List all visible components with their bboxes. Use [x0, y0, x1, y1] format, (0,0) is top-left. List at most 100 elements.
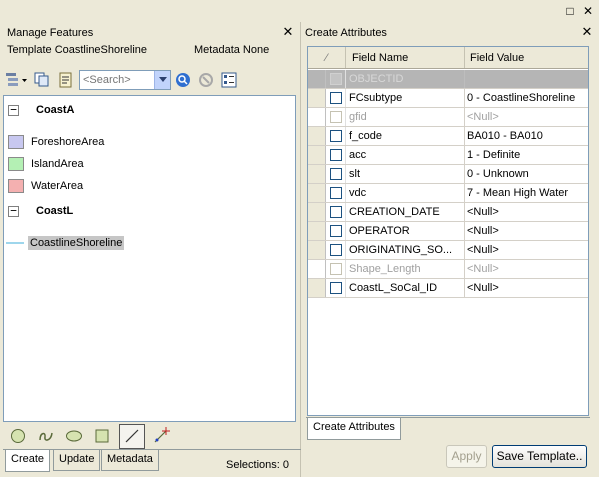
row-selector[interactable] — [308, 184, 326, 202]
row-selector[interactable] — [308, 127, 326, 145]
field-value[interactable]: 0 - Unknown — [465, 165, 588, 183]
circle-tool-icon[interactable] — [7, 425, 29, 447]
row-checkbox-cell — [326, 89, 346, 107]
template-label: WaterArea — [31, 180, 84, 192]
row-checkbox-cell — [326, 241, 346, 259]
attribute-row[interactable]: acc 1 - Definite — [308, 146, 588, 165]
row-checkbox[interactable] — [329, 149, 342, 161]
field-value[interactable]: <Null> — [465, 203, 588, 221]
attribute-row-objectid: OBJECTID — [308, 70, 588, 89]
field-name-header[interactable]: Field Name — [346, 47, 465, 68]
row-checkbox[interactable] — [329, 282, 342, 294]
collapse-icon[interactable]: − — [8, 205, 19, 217]
field-value-header[interactable]: Field Value — [465, 47, 588, 68]
search-combobox[interactable] — [79, 70, 171, 90]
field-value[interactable]: <Null> — [465, 279, 588, 297]
row-selector[interactable] — [308, 146, 326, 164]
search-input[interactable] — [80, 71, 154, 89]
field-name: FCsubtype — [346, 89, 465, 107]
group-name: CoastA — [36, 104, 75, 116]
field-value[interactable]: 7 - Mean High Water — [465, 184, 588, 202]
tab-metadata[interactable]: Metadata — [101, 450, 159, 471]
tab-create-attributes[interactable]: Create Attributes — [307, 418, 401, 440]
row-checkbox[interactable] — [329, 92, 342, 104]
field-value[interactable]: 0 - CoastlineShoreline — [465, 89, 588, 107]
attribute-row[interactable]: OPERATOR <Null> — [308, 222, 588, 241]
field-name: vdc — [346, 184, 465, 202]
group-coastl[interactable]: − CoastL — [8, 203, 73, 219]
freehand-tool-icon[interactable] — [35, 425, 57, 447]
clear-search-icon[interactable] — [196, 70, 216, 90]
field-value[interactable]: <Null> — [465, 241, 588, 259]
row-selector[interactable] — [308, 203, 326, 221]
attribute-row[interactable]: CREATION_DATE <Null> — [308, 203, 588, 222]
sort-indicator: ⁄ — [308, 47, 346, 68]
save-template-button[interactable]: Save Template.. — [492, 445, 587, 468]
row-checkbox[interactable] — [329, 244, 342, 256]
template-item-foreshorearea[interactable]: ForeshoreArea — [8, 134, 104, 150]
row-checkbox — [329, 73, 342, 85]
row-checkbox[interactable] — [329, 206, 342, 218]
line-tool-icon[interactable] — [119, 423, 145, 449]
row-checkbox[interactable] — [329, 225, 342, 237]
search-icon[interactable] — [173, 70, 193, 90]
tab-update[interactable]: Update — [53, 450, 101, 471]
attribute-row[interactable]: CoastL_SoCal_ID <Null> — [308, 279, 588, 298]
manage-features-panel: Manage Features ✕ Template CoastlineShor… — [0, 22, 301, 477]
field-value[interactable]: 1 - Definite — [465, 146, 588, 164]
row-checkbox[interactable] — [329, 168, 342, 180]
ellipse-tool-icon[interactable] — [63, 425, 85, 447]
close-panel-icon[interactable]: ✕ — [281, 25, 295, 39]
attribute-row[interactable]: vdc 7 - Mean High Water — [308, 184, 588, 203]
template-item-coastlineshoreline[interactable]: CoastlineShoreline — [6, 235, 125, 251]
restore-window-icon[interactable]: □ — [563, 4, 577, 18]
field-name: CoastL_SoCal_ID — [346, 279, 465, 297]
field-value[interactable]: BA010 - BA010 — [465, 127, 588, 145]
field-value: <Null> — [467, 111, 499, 123]
row-checkbox[interactable] — [329, 187, 342, 199]
row-selector — [308, 260, 326, 278]
attribute-row[interactable]: ORIGINATING_SO... <Null> — [308, 241, 588, 260]
row-selector[interactable] — [308, 241, 326, 259]
template-properties-icon[interactable] — [56, 70, 76, 90]
row-selector[interactable] — [308, 279, 326, 297]
collapse-icon[interactable]: − — [8, 104, 19, 116]
rectangle-tool-icon[interactable] — [91, 425, 113, 447]
field-name: OBJECTID — [346, 70, 465, 88]
row-checkbox-cell — [326, 203, 346, 221]
attributes-grid: ⁄ Field Name Field Value OBJECTID FCsubt… — [307, 46, 589, 416]
polygon-swatch-icon — [8, 157, 24, 171]
row-selector[interactable] — [308, 165, 326, 183]
field-value — [465, 70, 588, 88]
row-selector[interactable] — [308, 89, 326, 107]
group-name: CoastL — [36, 205, 74, 217]
row-selector[interactable] — [308, 222, 326, 240]
template-item-islandarea[interactable]: IslandArea — [8, 156, 84, 172]
attribute-row[interactable]: f_code BA010 - BA010 — [308, 127, 588, 146]
group-coasta[interactable]: − CoastA — [8, 102, 75, 118]
row-checkbox[interactable] — [329, 130, 342, 142]
chevron-down-icon[interactable] — [154, 71, 170, 89]
polygon-swatch-icon — [8, 135, 24, 149]
row-checkbox-cell — [326, 222, 346, 240]
template-item-waterarea[interactable]: WaterArea — [8, 178, 83, 194]
tab-create[interactable]: Create — [5, 450, 51, 472]
close-window-icon[interactable]: ✕ — [581, 4, 595, 18]
field-value: <Null> — [467, 263, 499, 275]
field-name: slt — [346, 165, 465, 183]
row-checkbox-cell — [326, 146, 346, 164]
apply-button[interactable]: Apply — [446, 445, 487, 468]
copy-template-icon[interactable] — [32, 70, 52, 90]
close-panel-icon[interactable]: ✕ — [580, 25, 594, 39]
row-checkbox-cell — [326, 279, 346, 297]
attribute-row[interactable]: slt 0 - Unknown — [308, 165, 588, 184]
attribute-row[interactable]: FCsubtype 0 - CoastlineShoreline — [308, 89, 588, 108]
field-name: gfid — [346, 108, 465, 126]
organize-templates-icon[interactable] — [4, 70, 30, 90]
point-at-end-tool-icon[interactable] — [151, 425, 173, 447]
field-name: acc — [346, 146, 465, 164]
field-value[interactable]: <Null> — [465, 222, 588, 240]
field-name: CREATION_DATE — [346, 203, 465, 221]
view-settings-icon[interactable] — [219, 70, 239, 90]
row-checkbox-cell — [326, 127, 346, 145]
